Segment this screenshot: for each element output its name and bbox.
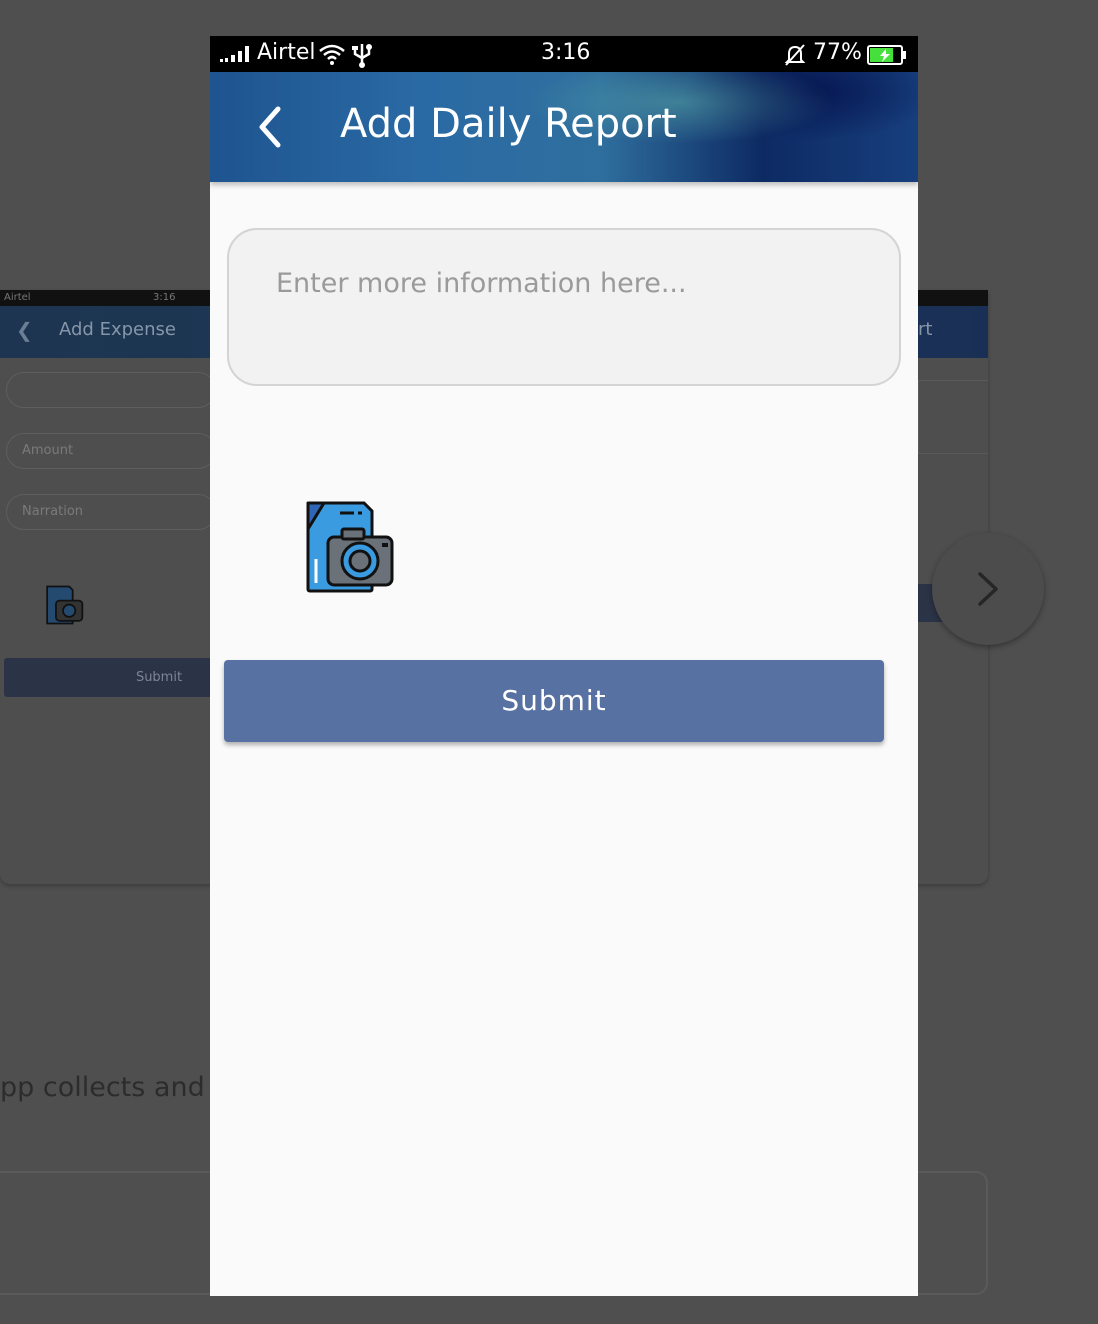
status-bar: Airtel 3:16 77% xyxy=(210,36,918,72)
background-field-1 xyxy=(6,372,216,408)
background-page-title: Add Expense xyxy=(59,319,176,340)
status-time: 3:16 xyxy=(541,40,591,65)
phone-screen: Airtel 3:16 77% Add Daily Report Enter m… xyxy=(210,36,918,1296)
background-back-icon: ❮ xyxy=(16,318,33,342)
more-info-textarea[interactable] xyxy=(227,228,901,386)
submit-button[interactable]: Submit xyxy=(224,660,884,742)
next-page-button[interactable] xyxy=(932,533,1044,645)
wifi-icon xyxy=(319,44,345,65)
battery-charging-icon xyxy=(867,45,906,65)
bell-muted-icon xyxy=(784,44,806,66)
background-carrier: Airtel xyxy=(4,292,31,303)
app-bar: Add Daily Report xyxy=(210,72,918,182)
page-title: Add Daily Report xyxy=(340,101,677,147)
background-narration-field: Narration xyxy=(6,494,216,530)
usb-icon xyxy=(352,44,372,68)
back-arrow-icon[interactable] xyxy=(254,105,286,149)
chevron-right-icon xyxy=(978,572,998,606)
background-right-field xyxy=(918,380,988,454)
background-submit-button: Submit xyxy=(4,658,214,697)
background-amount-field: Amount xyxy=(6,433,216,469)
background-right-title-fragment: rt xyxy=(918,319,933,340)
carrier-name: Airtel xyxy=(257,40,316,65)
background-camera-icon xyxy=(46,585,84,625)
camera-upload-icon[interactable] xyxy=(302,499,396,595)
signal-icon xyxy=(220,46,249,62)
battery-percent: 77% xyxy=(813,40,862,65)
background-time: 3:16 xyxy=(153,292,176,303)
background-privacy-text: pp collects and us xyxy=(0,1072,245,1103)
